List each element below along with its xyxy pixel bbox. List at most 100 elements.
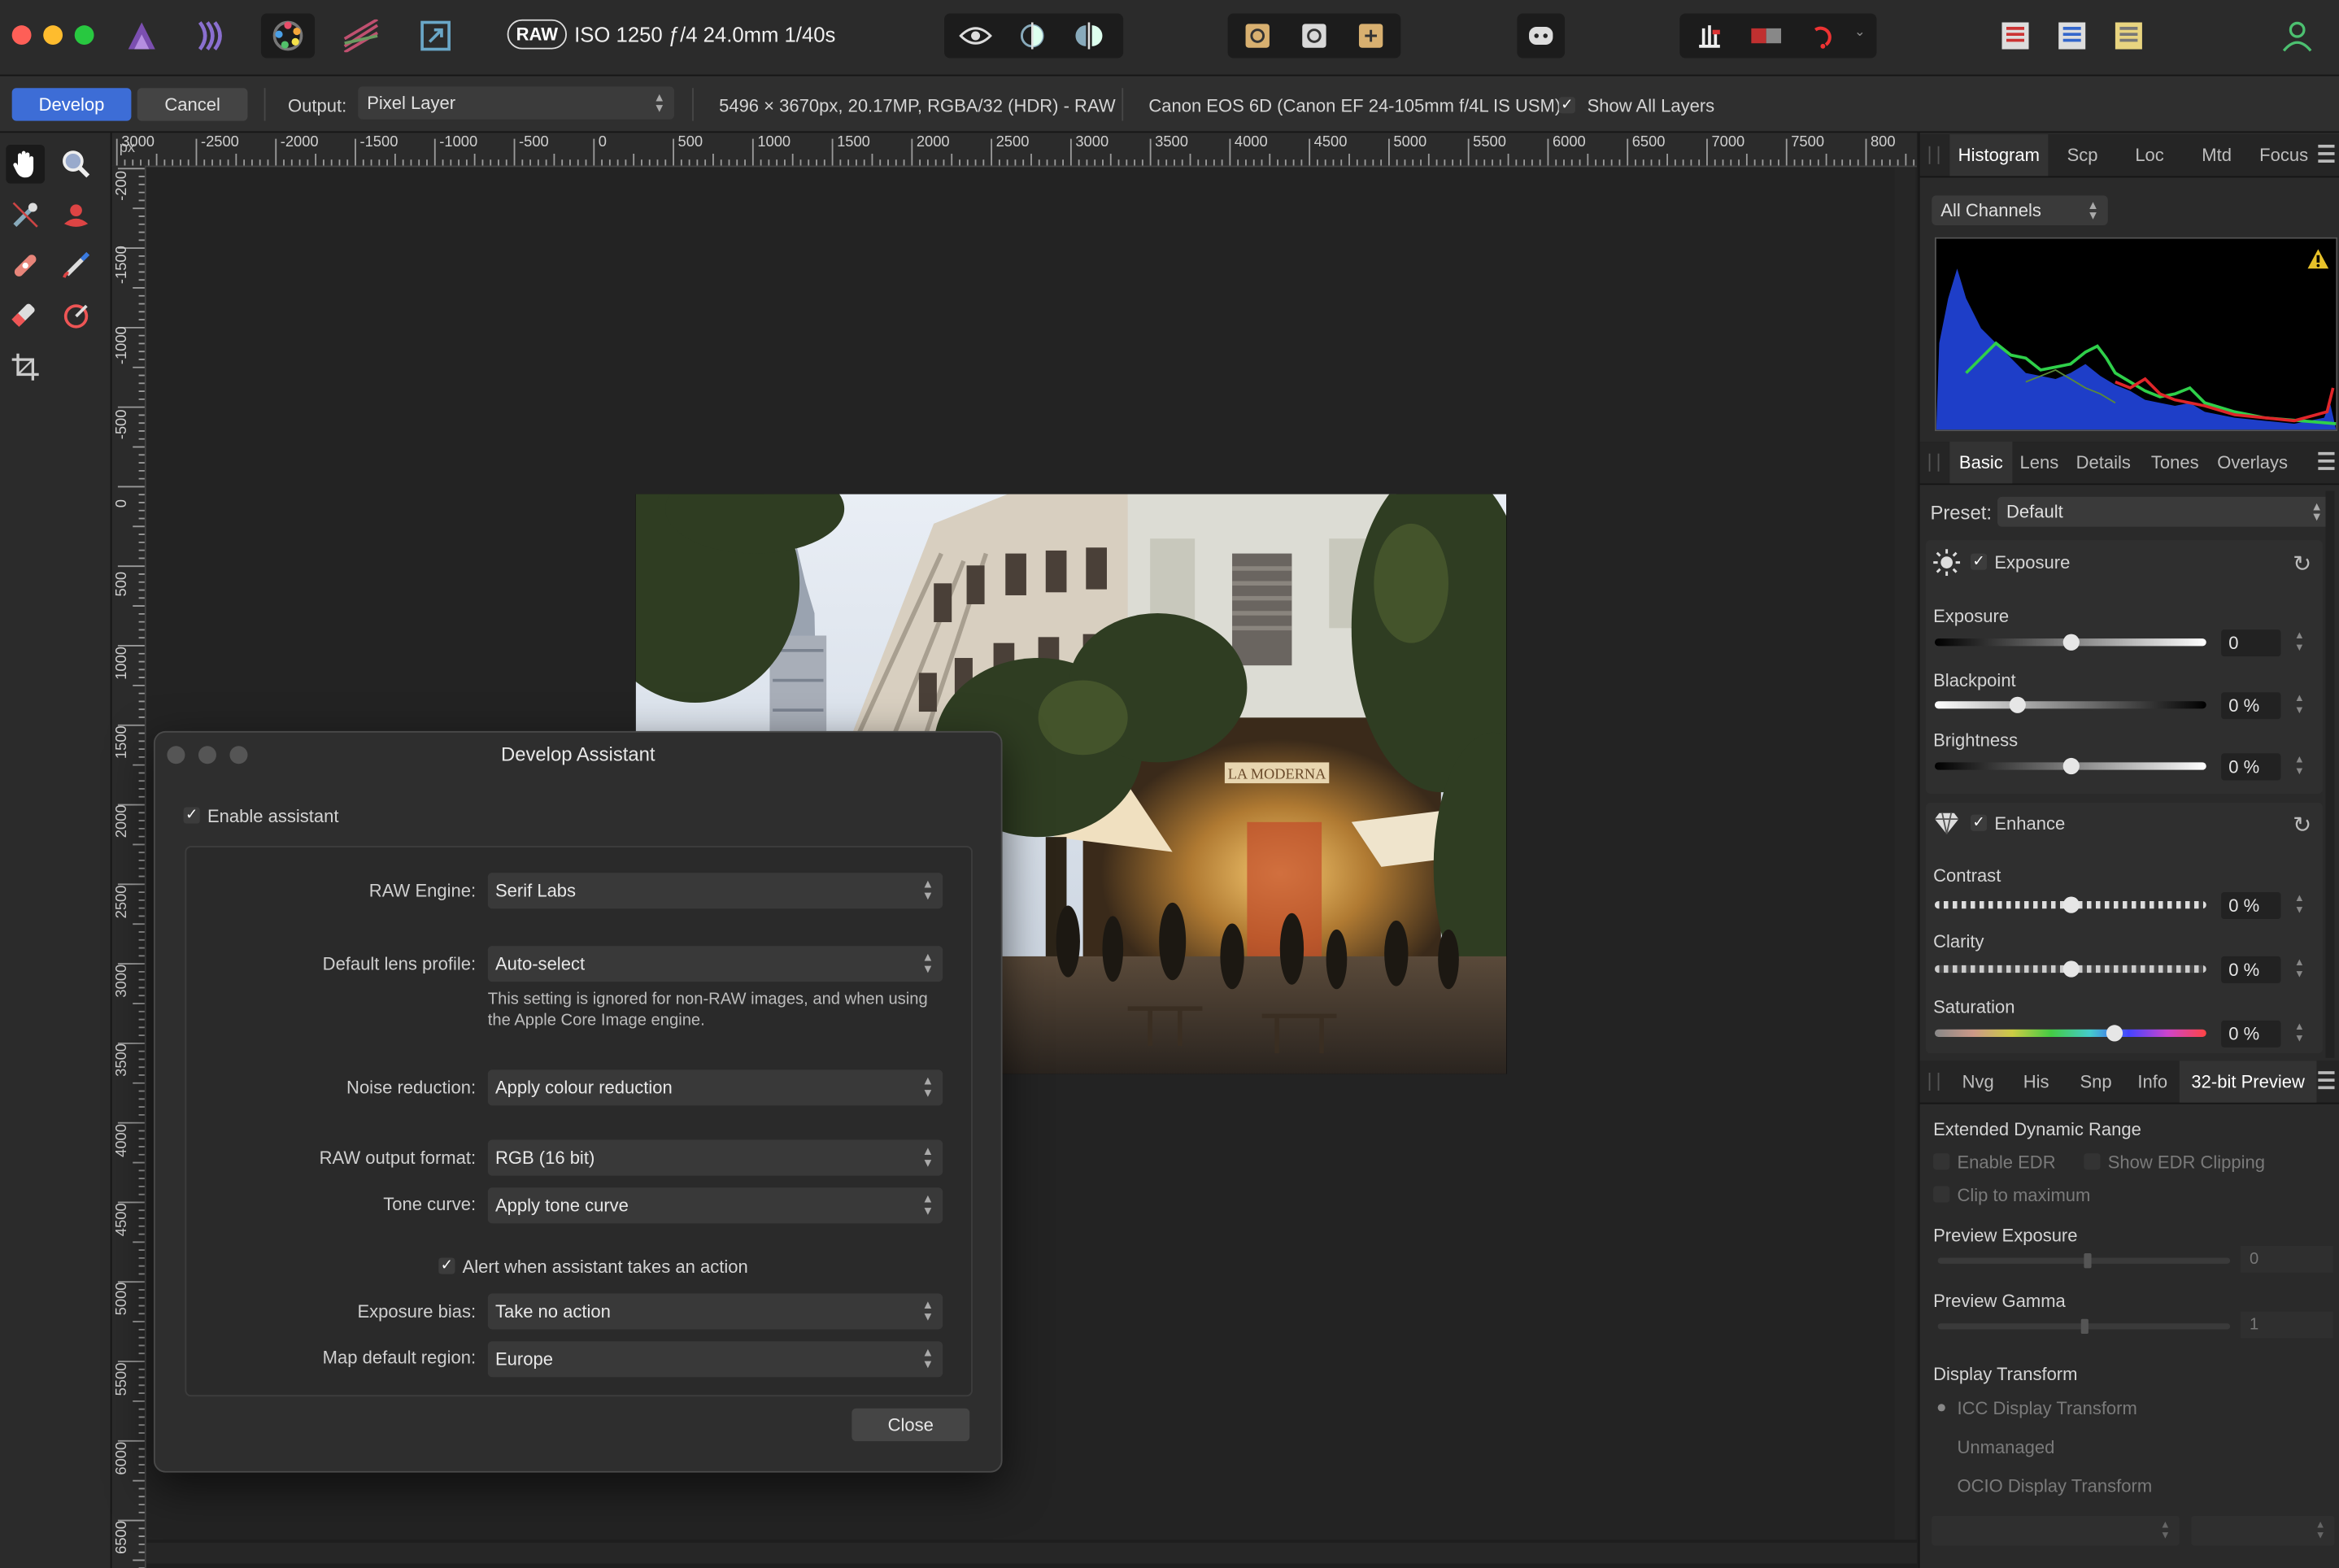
ocio-device-select[interactable]: ▲ ▼ [1932, 1515, 2180, 1546]
map-region-select[interactable]: Europe ▲ ▼ [487, 1341, 943, 1378]
panel-grip-icon[interactable] [1928, 453, 1940, 472]
panel-grip-icon[interactable] [1928, 1073, 1940, 1091]
chevron-down-icon[interactable]: ⌄ [1854, 24, 1866, 40]
tab-metadata[interactable]: Mtd [2182, 134, 2250, 176]
brightness-slider[interactable] [1934, 757, 2206, 775]
tab-histogram[interactable]: Histogram [1949, 134, 2049, 176]
clip-to-maximum-checkbox[interactable] [1933, 1186, 1950, 1203]
preview-gamma-value[interactable]: 1 [2240, 1311, 2333, 1339]
exposure-slider[interactable] [1934, 634, 2206, 651]
show-all-layers-checkbox[interactable]: ✓ [1558, 97, 1575, 114]
preview-gamma-slider[interactable] [1937, 1318, 2231, 1335]
flip-icon[interactable] [1347, 14, 1395, 59]
preview-exposure-slider[interactable] [1937, 1252, 2231, 1269]
slider-knob[interactable] [2062, 896, 2080, 913]
raw-output-format-select[interactable]: RGB (16 bit) ▲ ▼ [487, 1139, 943, 1176]
tab-focus[interactable]: Focus [2251, 134, 2317, 176]
brightness-value[interactable]: 0 % [2221, 753, 2281, 781]
mirror-view-icon[interactable] [1065, 14, 1113, 59]
exposure-enable-checkbox[interactable]: ✓ [1970, 553, 1988, 570]
assistant-icon[interactable] [1517, 13, 1566, 59]
tone-mapping-persona-icon[interactable] [338, 14, 385, 59]
panel-grip-icon[interactable] [1928, 146, 1940, 164]
channel-select[interactable]: All Channels ▲ ▼ [1932, 195, 2108, 226]
show-edr-clipping-checkbox[interactable] [2084, 1153, 2101, 1170]
blackpoint-slider[interactable] [1934, 696, 2206, 713]
stepper-icon[interactable]: ▲ ▼ [2294, 631, 2305, 655]
develop-button[interactable]: Develop [11, 88, 132, 121]
red-eye-tool-icon[interactable] [57, 195, 96, 234]
blemish-tool-icon[interactable] [6, 246, 45, 285]
panel-scrollbar[interactable] [2325, 490, 2335, 1058]
minimize-window-button[interactable] [43, 25, 63, 46]
tab-info[interactable]: Info [2126, 1061, 2180, 1102]
export-persona-icon[interactable] [412, 14, 460, 59]
tab-details[interactable]: Details [2066, 442, 2141, 483]
saturation-slider[interactable] [1934, 1025, 2206, 1042]
tab-overlays[interactable]: Overlays [2209, 442, 2295, 483]
overlay-erase-tool-icon[interactable] [6, 297, 45, 336]
panel-menu-icon[interactable] [2318, 1071, 2335, 1090]
slider-knob[interactable] [2062, 634, 2080, 651]
crop-tool-icon[interactable] [6, 347, 45, 386]
cancel-button[interactable]: Cancel [137, 88, 248, 121]
zoom-window-button[interactable] [74, 25, 94, 46]
close-button[interactable]: Close [852, 1408, 970, 1442]
stepper-icon[interactable]: ▲ ▼ [2294, 694, 2305, 717]
panel-menu-icon[interactable] [2318, 144, 2335, 163]
zoom-tool-icon[interactable] [57, 145, 96, 184]
tab-32bit-preview[interactable]: 32-bit Preview [2179, 1061, 2317, 1103]
rotate-right-icon[interactable] [1291, 14, 1339, 59]
stepper-icon[interactable]: ▲ ▼ [2294, 755, 2305, 778]
horizontal-scrollbar[interactable] [146, 1542, 1917, 1564]
raw-engine-select[interactable]: Serif Labs ▲ ▼ [487, 873, 943, 909]
slider-knob[interactable] [2080, 1318, 2089, 1335]
lens-profile-select[interactable]: Auto-select ▲ ▼ [487, 946, 943, 982]
slider-knob[interactable] [2084, 1252, 2092, 1269]
tone-curve-select[interactable]: Apply tone curve ▲ ▼ [487, 1187, 943, 1224]
overlay-paint-tool-icon[interactable] [57, 246, 96, 285]
stepper-icon[interactable]: ▲ ▼ [2294, 1022, 2305, 1046]
tab-lens[interactable]: Lens [2012, 442, 2066, 483]
tab-snapshots[interactable]: Snp [2066, 1061, 2125, 1102]
exposure-value[interactable]: 0 [2221, 629, 2281, 657]
ocio-label[interactable]: OCIO Display Transform [1957, 1475, 2152, 1496]
saturation-value[interactable]: 0 % [2221, 1020, 2281, 1048]
panel-left-icon[interactable] [1992, 14, 2040, 59]
photo-persona-icon[interactable] [118, 14, 166, 59]
tab-tones[interactable]: Tones [2141, 442, 2209, 483]
enhance-enable-checkbox[interactable]: ✓ [1970, 814, 1988, 831]
ocio-view-select[interactable]: ▲ ▼ [2191, 1515, 2335, 1546]
panel-menu-icon[interactable] [2318, 451, 2335, 470]
slider-knob[interactable] [2062, 757, 2080, 775]
tab-history[interactable]: His [2006, 1061, 2066, 1102]
eye-icon[interactable] [952, 14, 1000, 59]
enable-edr-checkbox[interactable] [1933, 1153, 1950, 1170]
develop-persona-icon[interactable] [260, 13, 316, 59]
rotate-left-icon[interactable] [1234, 14, 1282, 59]
close-window-button[interactable] [11, 25, 32, 46]
enable-assistant-checkbox[interactable]: ✓ [183, 807, 200, 824]
tab-location[interactable]: Loc [2117, 134, 2183, 176]
tab-navigator[interactable]: Nvg [1949, 1061, 2006, 1102]
panel-center-icon[interactable] [2048, 14, 2096, 59]
preview-exposure-value[interactable]: 0 [2240, 1245, 2333, 1273]
liquify-persona-icon[interactable] [189, 14, 237, 59]
split-view-icon[interactable] [1008, 14, 1056, 59]
clipping-shadows-icon[interactable] [1686, 14, 1734, 59]
tab-basic[interactable]: Basic [1949, 442, 2013, 484]
stepper-icon[interactable]: ▲ ▼ [2294, 958, 2305, 982]
slider-knob[interactable] [2008, 696, 2026, 713]
blackpoint-value[interactable]: 0 % [2221, 692, 2281, 720]
noise-reduction-select[interactable]: Apply colour reduction ▲ ▼ [487, 1069, 943, 1106]
preset-select[interactable]: Default ▲ ▼ [1997, 496, 2332, 527]
output-select[interactable]: Pixel Layer ▲ ▼ [358, 86, 675, 120]
alert-checkbox[interactable]: ✓ [438, 1257, 455, 1274]
reset-icon[interactable]: ↻ [2293, 812, 2311, 838]
warning-icon[interactable] [2306, 248, 2330, 271]
clipping-tones-icon[interactable] [1799, 14, 1847, 59]
contrast-slider[interactable] [1934, 896, 2206, 913]
clarity-slider[interactable] [1934, 960, 2206, 978]
stepper-icon[interactable]: ▲ ▼ [2294, 894, 2305, 917]
slider-knob[interactable] [2062, 960, 2080, 978]
